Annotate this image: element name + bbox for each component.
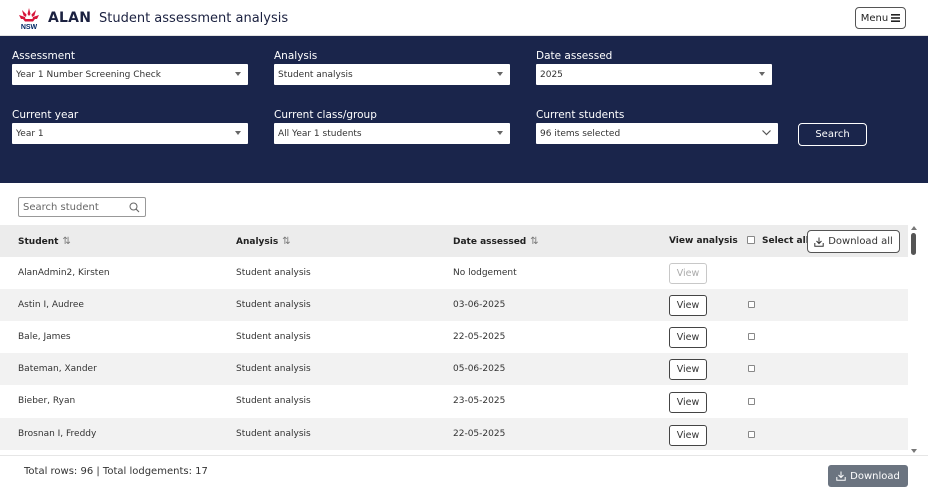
current-year-value: Year 1 [16,128,44,139]
analysis-type: Student analysis [236,268,311,278]
scrollbar-track[interactable] [910,225,918,455]
date-assessed: 03-06-2025 [453,300,506,310]
date-assessed-label: Date assessed [536,50,613,62]
student-name: Brosnan I, Freddy [18,429,97,439]
analysis-select[interactable]: Student analysis [274,64,510,85]
sort-icon[interactable]: ⇅ [282,236,290,247]
select-all-label: Select all [762,236,809,246]
caret-down-icon [497,131,503,135]
column-header-date[interactable]: Date assessed ⇅ [453,236,539,247]
app-header: NSW ALAN Student assessment analysis Men… [0,0,928,36]
totals-text: Total rows: 96 | Total lodgements: 17 [24,466,208,477]
current-class-value: All Year 1 students [278,128,362,139]
row-checkbox[interactable] [748,301,755,308]
analysis-type: Student analysis [236,332,311,342]
view-button[interactable]: View [669,359,707,380]
select-all-checkbox[interactable] [747,236,755,244]
current-students-label: Current students [536,109,625,121]
footer-divider [0,455,928,456]
assessment-value: Year 1 Number Screening Check [16,69,161,80]
student-name: Bateman, Xander [18,364,97,374]
search-icon[interactable] [129,202,140,213]
scroll-up-arrow-icon[interactable] [911,226,917,230]
column-header-student[interactable]: Student ⇅ [18,236,71,247]
analysis-type: Student analysis [236,300,311,310]
search-button[interactable]: Search [798,123,867,146]
download-all-label: Download all [828,236,893,247]
chevron-down-icon [762,130,771,136]
logo-text: NSW [21,24,38,31]
student-name: Astin I, Audree [18,300,84,310]
search-student-box [18,197,146,217]
table-row: Bateman, Xander Student analysis 05-06-2… [0,353,908,385]
table-row: Brosnan I, Freddy Student analysis 22-05… [0,418,908,450]
analysis-value: Student analysis [278,69,353,80]
caret-down-icon [497,72,503,76]
analysis-type: Student analysis [236,429,311,439]
filter-panel: Assessment Year 1 Number Screening Check… [0,36,928,183]
view-button[interactable]: View [669,295,707,316]
student-name: Bale, James [18,332,71,342]
assessment-select[interactable]: Year 1 Number Screening Check [12,64,248,85]
sort-icon[interactable]: ⇅ [530,236,538,247]
date-assessed: 23-05-2025 [453,396,506,406]
current-students-select[interactable]: 96 items selected [536,123,778,144]
sort-icon[interactable]: ⇅ [62,236,70,247]
view-button: View [669,263,707,284]
hamburger-icon [891,14,901,22]
current-class-select[interactable]: All Year 1 students [274,123,510,144]
table-row: Bale, James Student analysis 22-05-2025 … [0,321,908,353]
student-name: AlanAdmin2, Kirsten [18,268,110,278]
caret-down-icon [759,72,765,76]
assessment-label: Assessment [12,50,75,62]
search-student-input[interactable] [23,200,123,215]
date-assessed-select[interactable]: 2025 [536,64,772,85]
download-all-button[interactable]: Download all [807,230,900,253]
download-label: Download [850,470,900,482]
date-assessed: 05-06-2025 [453,364,506,374]
download-icon [814,237,824,247]
analysis-label: Analysis [274,50,318,62]
row-checkbox[interactable] [748,333,755,340]
view-button[interactable]: View [669,425,707,446]
student-name: Bieber, Ryan [18,396,76,406]
table-header: Student ⇅ Analysis ⇅ Date assessed ⇅ View a… [0,225,908,257]
view-button[interactable]: View [669,392,707,413]
date-assessed: 22-05-2025 [453,332,506,342]
column-header-analysis[interactable]: Analysis ⇅ [236,236,291,247]
menu-label: Menu [860,12,889,24]
download-button[interactable]: Download [828,465,908,487]
caret-down-icon [235,131,241,135]
brand-name: ALAN [48,10,92,26]
scroll-down-arrow-icon[interactable] [911,449,917,453]
row-checkbox[interactable] [748,365,755,372]
table-row: Astin I, Audree Student analysis 03-06-2… [0,289,908,321]
current-year-label: Current year [12,109,79,121]
table-row: Bieber, Ryan Student analysis 23-05-2025… [0,385,908,417]
date-assessed: No lodgement [453,268,517,278]
date-assessed-value: 2025 [540,69,563,80]
current-class-label: Current class/group [274,109,377,121]
view-button[interactable]: View [669,327,707,348]
current-students-value: 96 items selected [540,128,621,139]
column-header-view: View analysis [669,236,738,246]
current-year-select[interactable]: Year 1 [12,123,248,144]
row-checkbox[interactable] [748,398,755,405]
analysis-type: Student analysis [236,396,311,406]
caret-down-icon [235,72,241,76]
row-checkbox[interactable] [748,431,755,438]
analysis-type: Student analysis [236,364,311,374]
page-title: Student assessment analysis [99,11,289,26]
download-icon [836,471,846,481]
date-assessed: 22-05-2025 [453,429,506,439]
nsw-logo: NSW [19,8,39,31]
table-row: AlanAdmin2, Kirsten Student analysis No … [0,257,908,289]
menu-button[interactable]: Menu [855,7,906,29]
scrollbar-thumb[interactable] [911,233,916,255]
